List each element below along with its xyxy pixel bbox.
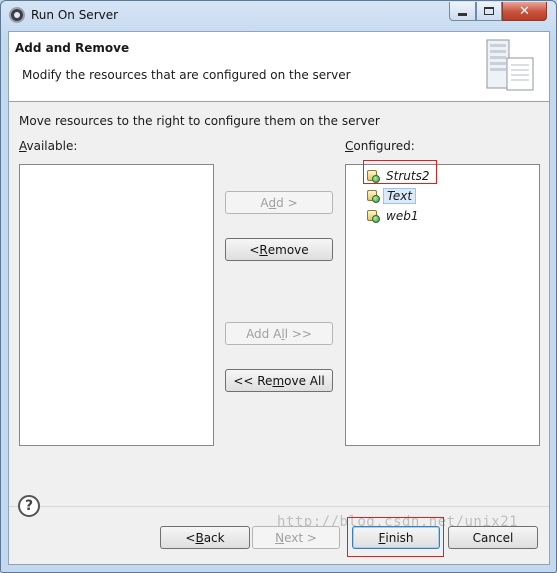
server-wizard-icon — [486, 39, 534, 91]
available-label: Available: — [19, 139, 78, 153]
available-list[interactable] — [19, 164, 214, 446]
add-all-button[interactable]: Add All >> — [225, 322, 333, 345]
window-title: Run On Server — [31, 8, 119, 22]
configured-list[interactable]: Struts2 Text web1 — [345, 164, 540, 446]
close-button[interactable]: ✕ — [502, 2, 547, 21]
title-bar[interactable]: Run On Server ✕ — [1, 1, 556, 30]
configured-item-text[interactable]: Text — [366, 187, 417, 205]
configured-item-struts2[interactable]: Struts2 — [366, 167, 432, 185]
cancel-button[interactable]: Cancel — [448, 526, 538, 549]
configured-item-web1[interactable]: web1 — [366, 207, 421, 225]
page-title: Add and Remove — [15, 41, 130, 55]
minimize-button[interactable] — [449, 2, 476, 21]
help-icon[interactable]: ? — [18, 495, 40, 517]
configured-item-label: Struts2 — [386, 169, 430, 183]
remove-button[interactable]: < Remove — [225, 238, 333, 261]
add-button[interactable]: Add > — [225, 191, 333, 214]
minimize-icon — [458, 12, 467, 16]
wizard-header: Add and Remove Modify the resources that… — [9, 32, 549, 102]
maximize-button[interactable] — [476, 2, 502, 21]
dialog-body: Add and Remove Modify the resources that… — [8, 31, 550, 565]
instructions-text: Move resources to the right to configure… — [19, 114, 380, 128]
back-button[interactable]: < Back — [160, 526, 250, 549]
maximize-icon — [484, 7, 494, 15]
close-icon: ✕ — [519, 3, 530, 19]
web-project-icon — [366, 189, 380, 203]
page-description: Modify the resources that are configured… — [22, 68, 351, 82]
web-project-icon — [366, 209, 380, 223]
footer-divider — [9, 506, 549, 507]
next-button[interactable]: Next > — [252, 526, 340, 549]
web-project-icon — [366, 169, 380, 183]
configured-item-label: web1 — [386, 209, 419, 223]
configured-label: Configured: — [345, 139, 415, 153]
run-on-server-dialog: Run On Server ✕ Add and Remove Modify th… — [0, 0, 557, 573]
remove-all-button[interactable]: << Re m ove All — [225, 369, 333, 392]
configured-item-label: Text — [383, 188, 417, 204]
eclipse-icon — [9, 7, 25, 23]
finish-button[interactable]: Finish — [352, 526, 440, 549]
